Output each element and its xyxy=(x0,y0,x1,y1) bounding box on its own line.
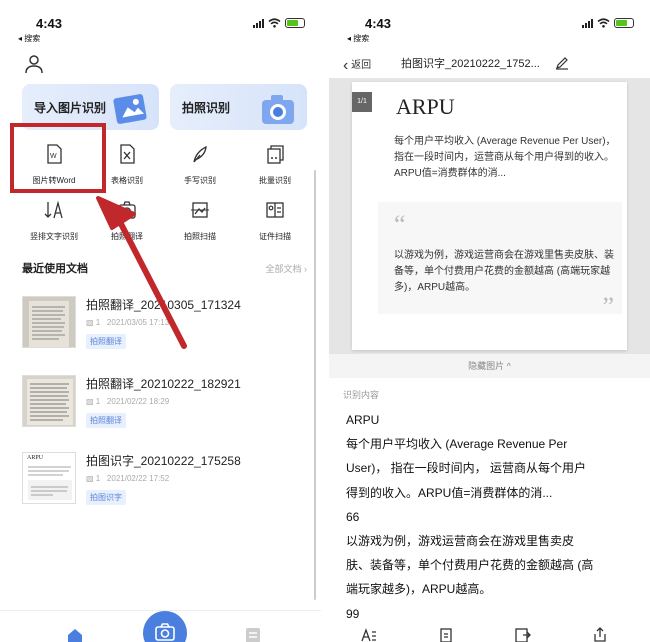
quote-close-icon: ” xyxy=(602,292,614,321)
back-label: 返回 xyxy=(351,60,372,71)
status-bar: 4:43 ◂ 搜索 xyxy=(329,14,650,46)
arrow-annotation xyxy=(96,196,187,349)
signal-icon xyxy=(582,18,593,28)
recognized-label: 识别内容 xyxy=(343,390,380,400)
paper-title: ARPU xyxy=(396,94,455,119)
text-line: 得到的收入。ARPU值=消费群体的消... xyxy=(346,485,553,500)
chevron-left-icon: ‹ xyxy=(343,57,349,74)
screen-gap xyxy=(321,0,329,642)
page-badge: 1/1 xyxy=(352,92,372,112)
back-button[interactable]: ‹ 返回 xyxy=(343,56,371,75)
share-icon[interactable] xyxy=(593,627,607,642)
scanned-page: 1/1 ARPU 每个用户平均收入 (Average Revenue Per U… xyxy=(352,82,627,350)
recognized-text[interactable]: ARPU 每个用户平均收入 (Average Revenue Per User)… xyxy=(346,408,638,626)
right-screen: 4:43 ◂ 搜索 ‹ 返回 拍图识字_20210222_1752... 1/1… xyxy=(329,0,650,642)
text-line: ARPU xyxy=(346,413,380,427)
nav-bar: ‹ 返回 拍图识字_20210222_1752... xyxy=(329,52,650,74)
text-line: User)， 指在一段时间内， 运营商从每个用户 xyxy=(346,461,587,476)
status-time: 4:43 xyxy=(365,16,392,31)
text-line: 66 xyxy=(346,509,360,524)
text-line: 每个用户平均收入 (Average Revenue Per xyxy=(346,437,568,452)
left-screen: 4:43 ◂ 搜索 导入图片识别 拍照识别 W 图片转Word 表格识别 手写识… xyxy=(0,0,321,642)
quote-box: “ 以游戏为例，游戏运营商会在游戏里售卖皮肤、装备等，单个付费用户花费的金额越高… xyxy=(378,202,622,321)
text-format-icon[interactable] xyxy=(361,628,377,642)
bottom-toolbar xyxy=(329,620,650,642)
quote-open-icon: “ xyxy=(394,210,406,239)
edit-pencil-icon[interactable] xyxy=(555,56,569,70)
hide-image-button[interactable]: 隐藏图片 ^ xyxy=(329,354,650,378)
export-icon[interactable] xyxy=(515,628,531,642)
quote-paragraph: 以游戏为例，游戏运营商会在游戏里售卖皮肤、装备等，单个付费用户花费的金额越高 (… xyxy=(394,250,614,293)
system-icons xyxy=(582,18,634,28)
wifi-icon xyxy=(597,18,610,28)
copy-doc-icon[interactable] xyxy=(439,628,453,642)
page-title: 拍图识字_20210222_1752... xyxy=(401,58,540,70)
text-line: 以游戏为例，游戏运营商会在游戏里售卖皮 xyxy=(346,534,575,549)
battery-icon xyxy=(614,18,634,28)
text-line: 端玩家越多)，ARPU越高。 xyxy=(346,582,492,597)
text-line: 肤、装备等，单个付费用户花费的金额越高 (高 xyxy=(346,558,594,573)
paper-paragraph: 每个用户平均收入 (Average Revenue Per User)，指在一段… xyxy=(394,136,616,179)
back-to-search-link[interactable]: ◂ 搜索 xyxy=(347,33,369,44)
image-preview[interactable]: 1/1 ARPU 每个用户平均收入 (Average Revenue Per U… xyxy=(329,78,650,354)
